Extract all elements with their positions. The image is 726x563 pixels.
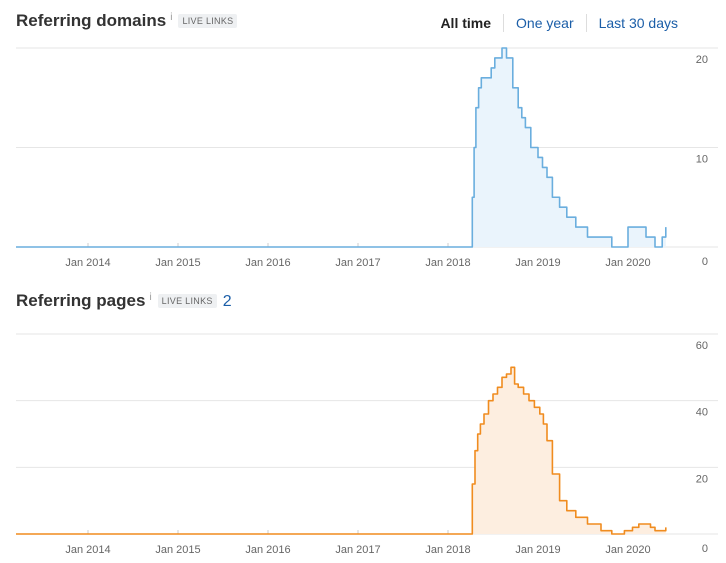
y-tick-label: 40 (696, 407, 708, 419)
series-line (16, 366, 667, 535)
x-tick-label: Jan 2015 (155, 544, 200, 556)
x-tick-label: Jan 2020 (605, 544, 650, 556)
y-tick-label: 60 (696, 340, 708, 352)
x-tick-label: Jan 2018 (425, 544, 470, 556)
x-tick-label: Jan 2019 (515, 544, 560, 556)
x-tick-label: Jan 2014 (65, 544, 110, 556)
x-tick-label: Jan 2016 (245, 544, 290, 556)
x-tick-label: Jan 2017 (335, 544, 380, 556)
y-tick-label: 20 (696, 473, 708, 485)
referring-pages-chart: 0 20 40 60 Jan 2014 Jan 2015 Jan 2016 Jan 2017 J… (16, 333, 718, 556)
series-area (16, 367, 666, 534)
y-tick-label: 0 (702, 543, 708, 555)
